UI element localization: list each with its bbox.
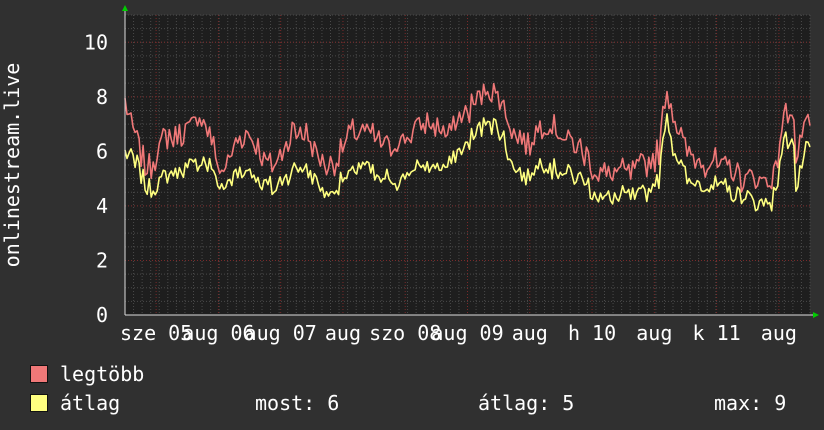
x-tick-label: h 10 (568, 321, 616, 345)
legend-swatch-atlag (30, 394, 48, 412)
y-tick-label: 6 (96, 139, 108, 163)
legend-item-legtobb: legtöbb (30, 362, 144, 386)
x-tick-label: aug (325, 321, 361, 345)
legend-swatch-legtobb (30, 365, 48, 383)
y-tick-label: 8 (96, 85, 108, 109)
x-tick-label: aug (512, 321, 548, 345)
y-tick-label: 0 (96, 303, 108, 327)
stat-most: most: 6 (255, 391, 340, 415)
x-tick-label: aug 07 (245, 321, 317, 345)
y-axis-arrow (122, 5, 128, 11)
y-tick-label: 10 (84, 30, 108, 54)
y-tick-label: 4 (96, 194, 108, 218)
x-tick-label: aug (761, 321, 797, 345)
y-tick-label: 2 (96, 248, 108, 272)
x-axis-arrow (813, 312, 819, 318)
stat-max: max: 9 (714, 391, 787, 415)
x-tick-label: k 11 (693, 321, 741, 345)
legend-label-legtobb: legtöbb (60, 362, 145, 386)
x-tick-label: aug 09 (431, 321, 503, 345)
chart: 0246810 sze 05aug 06aug 07 aug szo 08aug 0… (0, 5, 819, 345)
y-axis-label: onlinestream.live (0, 63, 24, 268)
y-tick-labels: 0 2 4 6 8 10 (84, 30, 108, 327)
legend-item-atlag: átlag (30, 391, 120, 415)
legend-label-atlag: átlag (60, 391, 121, 415)
x-tick-label: aug (636, 321, 672, 345)
x-tick-labels: sze 05aug 06aug 07 aug szo 08aug 09 aug h 10… (120, 321, 797, 345)
stat-atlag: átlag: 5 (478, 391, 575, 415)
